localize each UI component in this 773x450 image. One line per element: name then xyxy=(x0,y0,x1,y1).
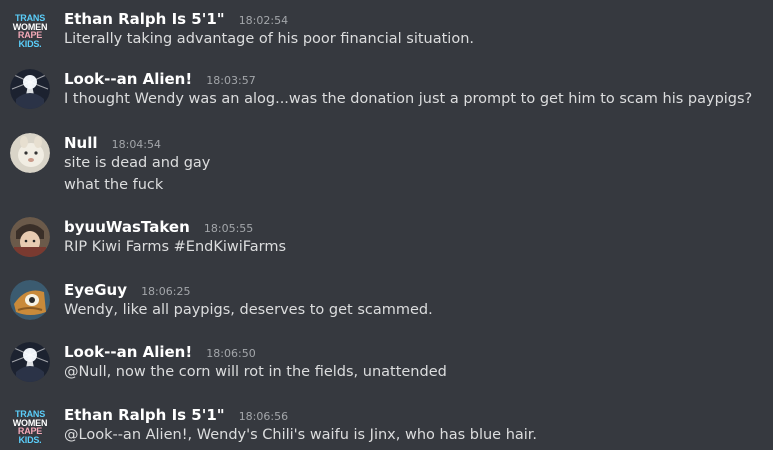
timestamp: 18:02:54 xyxy=(238,14,289,27)
timestamp: 18:06:56 xyxy=(238,410,289,423)
avatar[interactable]: TRANS WOMEN RAPE KIDS. xyxy=(10,11,50,51)
timestamp: 18:03:57 xyxy=(206,74,256,87)
message-text: I thought Wendy was an alog...was the do… xyxy=(64,91,753,107)
message-header: byuuWasTaken 18:05:55 xyxy=(64,217,253,236)
message-header: Ethan Ralph Is 5'1" 18:06:56 xyxy=(64,405,288,424)
author-name[interactable]: Look--an Alien! xyxy=(64,343,192,361)
message-text: Wendy, like all paypigs, deserves to get… xyxy=(64,302,433,318)
author-name[interactable]: Null xyxy=(64,134,98,152)
author-name[interactable]: Look--an Alien! xyxy=(64,70,192,88)
author-name[interactable]: byuuWasTaken xyxy=(64,218,190,236)
message-text: site is dead and gay xyxy=(64,155,211,171)
timestamp: 18:05:55 xyxy=(203,222,254,235)
message-header: Null 18:04:54 xyxy=(64,133,161,152)
timestamp: 18:04:54 xyxy=(111,138,162,151)
timestamp: 18:06:50 xyxy=(206,347,256,360)
author-name[interactable]: Ethan Ralph Is 5'1" xyxy=(64,406,225,424)
message-text: RIP Kiwi Farms #EndKiwiFarms xyxy=(64,239,287,255)
author-name[interactable]: EyeGuy xyxy=(64,281,127,299)
avatar[interactable] xyxy=(10,133,50,173)
message-text: @Look--an Alien!, Wendy's Chili's waifu … xyxy=(64,427,538,443)
message-header: EyeGuy 18:06:25 xyxy=(64,280,190,299)
message-header: Ethan Ralph Is 5'1" 18:02:54 xyxy=(64,9,288,28)
avatar[interactable] xyxy=(10,69,50,109)
avatar[interactable] xyxy=(10,280,50,320)
timestamp: 18:06:25 xyxy=(141,285,191,298)
message-header: Look--an Alien! 18:06:50 xyxy=(64,342,256,361)
avatar[interactable] xyxy=(10,217,50,257)
message-text: @Null, now the corn will rot in the fiel… xyxy=(64,364,447,380)
logo-text: KIDS. xyxy=(18,38,42,49)
avatar[interactable] xyxy=(10,342,50,382)
message-text: what the fuck xyxy=(64,177,164,193)
logo-text: KIDS. xyxy=(18,434,42,445)
chat-messages: TRANS WOMEN RAPE KIDS. Ethan Ralph Is 5'… xyxy=(0,0,773,450)
message-text: Literally taking advantage of his poor f… xyxy=(64,31,474,47)
message-header: Look--an Alien! 18:03:57 xyxy=(64,69,256,88)
author-name[interactable]: Ethan Ralph Is 5'1" xyxy=(64,10,225,28)
avatar[interactable]: TRANS WOMEN RAPE KIDS. xyxy=(10,407,50,447)
